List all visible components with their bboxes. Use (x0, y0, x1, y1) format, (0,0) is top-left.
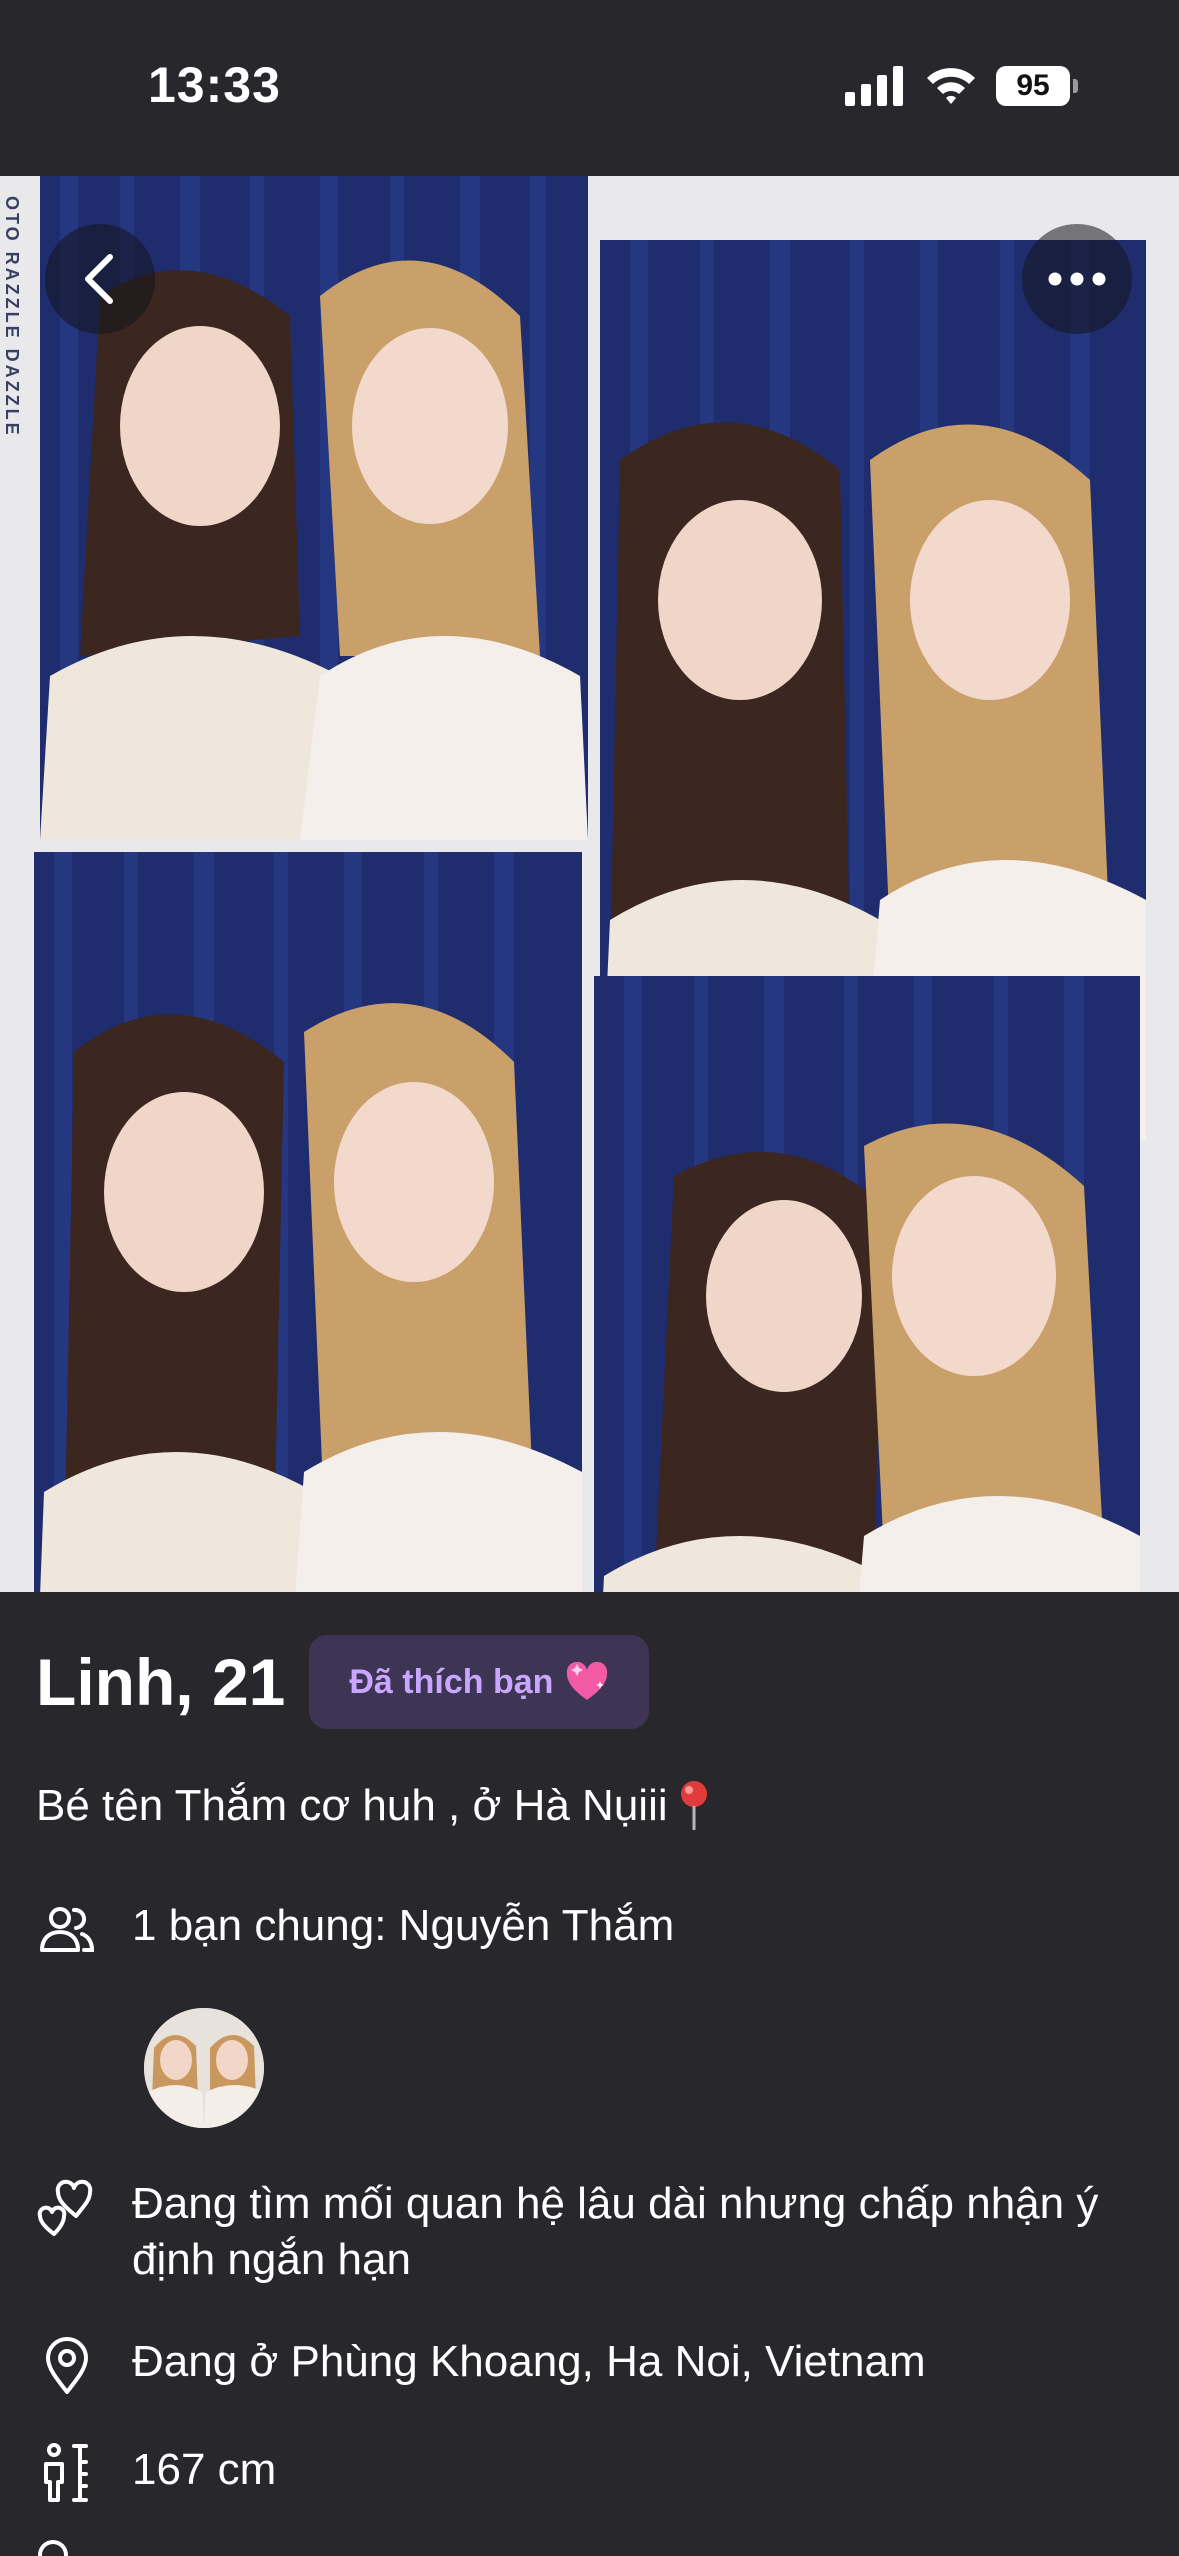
relationship-goal-row: Đang tìm mối quan hệ lâu dài nhưng chấp … (36, 2176, 1136, 2288)
height-icon (44, 2443, 88, 2502)
people-icon (40, 1907, 95, 1952)
height-text: 167 cm (132, 2445, 277, 2494)
signal-icon (845, 66, 903, 106)
back-button[interactable] (45, 224, 155, 334)
liked-you-badge: Đã thích bạn (309, 1635, 650, 1729)
mutual-friends-row[interactable]: 1 bạn chung: Nguyễn Thắm (36, 1898, 674, 1960)
height-row: 167 cm (36, 2442, 276, 2504)
back-icon (85, 254, 113, 304)
location-row: Đang ở Phùng Khoang, Ha Noi, Vietnam (36, 2334, 926, 2396)
photo-frame-3 (34, 852, 582, 1592)
mutual-friend-avatar[interactable] (144, 2008, 264, 2128)
photo-strip-text: OTO RAZZLE DAZZLE (2, 196, 22, 438)
location-pin-icon (46, 2337, 88, 2394)
status-time: 13:33 (148, 57, 281, 113)
sparkling-heart-icon (567, 1662, 608, 1700)
hearts-icon (37, 2179, 93, 2236)
round-pushpin-icon (680, 1781, 707, 1830)
battery-level: 95 (996, 66, 1070, 106)
profile-name-age: Linh, 21 (36, 1645, 286, 1719)
bio-text: Bé tên Thắm cơ huh , ở Hà Nụiii (36, 1781, 668, 1830)
more-options-button[interactable] (1022, 224, 1132, 334)
battery-icon: 95 (996, 66, 1078, 106)
status-bar: 13:33 95 (0, 0, 1179, 176)
next-row-icon (38, 2540, 68, 2556)
profile-bio: Bé tên Thắm cơ huh , ở Hà Nụiii (36, 1780, 712, 1832)
name-row: Linh, 21 Đã thích bạn (36, 1634, 650, 1730)
more-icon (1048, 272, 1106, 286)
wifi-icon (927, 68, 975, 104)
mutual-friends-text: 1 bạn chung: Nguyễn Thắm (132, 1901, 675, 1950)
liked-badge-label: Đã thích bạn (349, 1662, 554, 1701)
relationship-goal-text: Đang tìm mối quan hệ lâu dài nhưng chấp … (132, 2179, 1099, 2284)
photo-frame-4 (594, 976, 1140, 1592)
profile-photo[interactable]: OTO RAZZLE DAZZLE (0, 176, 1179, 1592)
location-text: Đang ở Phùng Khoang, Ha Noi, Vietnam (132, 2337, 926, 2386)
